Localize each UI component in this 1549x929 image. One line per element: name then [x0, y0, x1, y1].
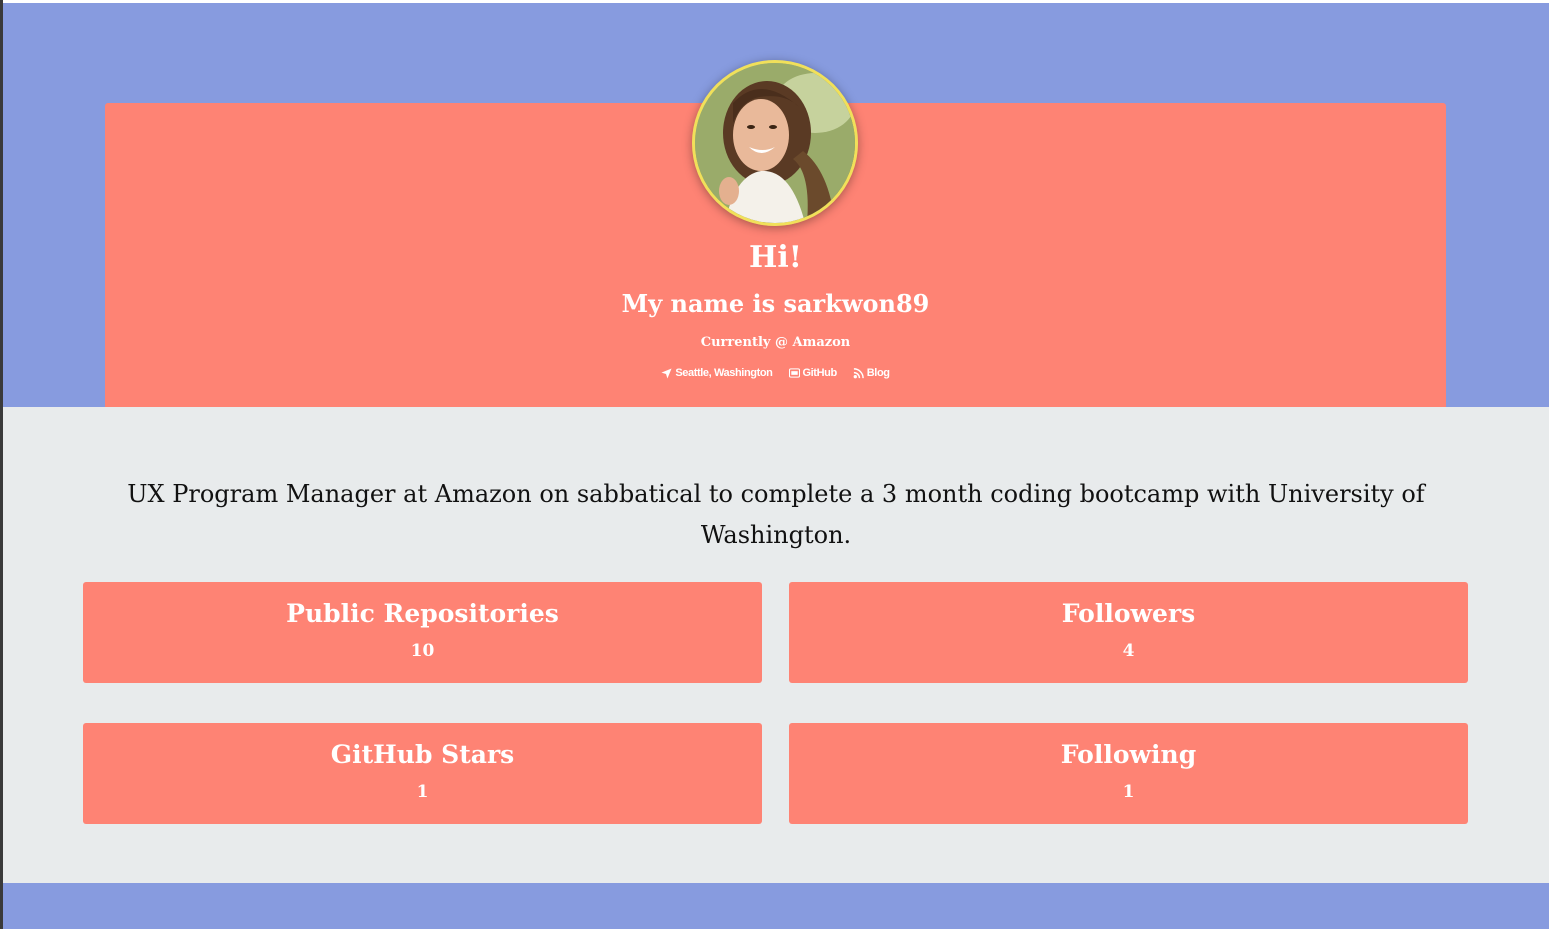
profile-links: Seattle, Washington GitHub Blog: [105, 367, 1446, 379]
stat-card-followers: Followers 4: [789, 582, 1468, 683]
github-link[interactable]: GitHub: [788, 367, 838, 379]
blog-label: Blog: [866, 367, 890, 379]
location-link[interactable]: Seattle, Washington: [661, 367, 773, 379]
github-label: GitHub: [802, 367, 838, 379]
stat-card-github-stars: GitHub Stars 1: [83, 723, 762, 824]
stat-label: GitHub Stars: [330, 740, 515, 769]
blog-link[interactable]: Blog: [853, 367, 890, 379]
stat-card-following: Following 1: [789, 723, 1468, 824]
stat-label: Followers: [1061, 599, 1196, 628]
footer-band: [3, 883, 1549, 929]
stat-card-public-repos: Public Repositories 10: [83, 582, 762, 683]
avatar-photo-icon: [695, 63, 855, 223]
stat-value: 1: [1122, 782, 1135, 802]
location-arrow-icon: [661, 367, 672, 379]
stat-value: 10: [410, 641, 435, 661]
greeting-heading: Hi!: [749, 240, 802, 275]
rss-icon: [853, 367, 864, 378]
stat-value: 1: [416, 782, 429, 802]
profile-name: My name is sarkwon89: [621, 289, 930, 318]
profile-page: Hi! My name is sarkwon89 Currently @ Ama…: [3, 3, 1549, 929]
profile-avatar: [692, 60, 858, 226]
stat-label: Public Repositories: [286, 599, 559, 628]
github-icon: [788, 368, 800, 378]
stat-label: Following: [1060, 740, 1197, 769]
current-company: Currently @ Amazon: [700, 335, 851, 350]
profile-bio: UX Program Manager at Amazon on sabbatic…: [127, 480, 1425, 549]
stat-value: 4: [1122, 641, 1135, 661]
location-label: Seattle, Washington: [675, 367, 773, 379]
